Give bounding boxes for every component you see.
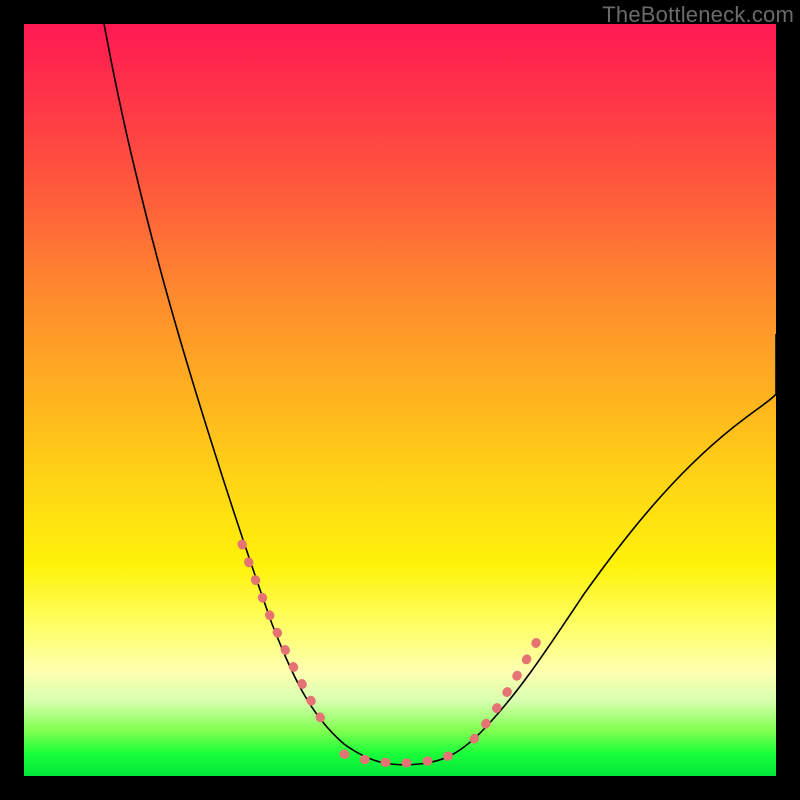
curve-path (79, 0, 776, 765)
watermark-text: TheBottleneck.com (602, 2, 794, 28)
bottleneck-curve (24, 24, 776, 776)
plot-area (24, 24, 776, 776)
highlight-right-dots (474, 629, 544, 739)
outer-frame: TheBottleneck.com (0, 0, 800, 800)
highlight-valley-dots (344, 754, 454, 763)
